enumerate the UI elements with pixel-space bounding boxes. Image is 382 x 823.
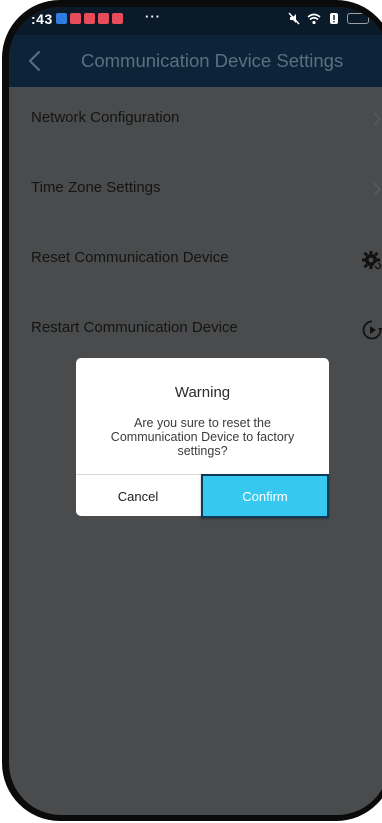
- chevron-right-icon: [373, 112, 382, 126]
- page-title: Communication Device Settings: [81, 50, 344, 71]
- back-button[interactable]: [19, 43, 55, 79]
- dialog-message: Are you sure to reset the Communication …: [110, 416, 295, 458]
- screen: :43 ··· Communication Device Settings Ne…: [9, 7, 382, 815]
- settings-item-label: Network Configuration: [31, 109, 180, 126]
- notification-icons: [56, 13, 123, 24]
- restart-communication-device-item[interactable]: Restart Communication Device: [9, 297, 382, 363]
- wifi-icon: [307, 13, 321, 25]
- cancel-button[interactable]: Cancel: [76, 475, 200, 517]
- signal-alert-icon: [330, 13, 338, 24]
- dialog-title: Warning: [174, 384, 231, 401]
- settings-item-label: Reset Communication Device: [31, 249, 229, 266]
- battery-icon: [347, 13, 369, 24]
- restart-icon: [362, 320, 382, 340]
- app-header: Communication Device Settings: [9, 35, 382, 87]
- status-more-indicator: ···: [145, 9, 161, 24]
- dialog-actions: Cancel Confirm: [76, 474, 329, 518]
- status-bar: :43 ···: [9, 7, 382, 35]
- chevron-right-icon: [373, 182, 382, 196]
- gear-reset-icon: [362, 251, 382, 270]
- warning-dialog: Warning Are you sure to reset the Commun…: [76, 358, 329, 518]
- phone-frame: :43 ··· Communication Device Settings Ne…: [2, 0, 382, 821]
- app-notification-icon: [112, 13, 123, 24]
- settings-item-label: Restart Communication Device: [31, 319, 238, 336]
- app-notification-icon: [56, 13, 67, 24]
- reset-communication-device-item[interactable]: Reset Communication Device: [9, 227, 382, 293]
- confirm-button[interactable]: Confirm: [201, 474, 329, 518]
- system-icons: [287, 12, 369, 25]
- settings-item-label: Time Zone Settings: [31, 179, 161, 196]
- status-time: :43: [31, 11, 53, 27]
- app-notification-icon: [70, 13, 81, 24]
- app-notification-icon: [98, 13, 109, 24]
- time-zone-settings-item[interactable]: Time Zone Settings: [9, 157, 382, 223]
- mute-icon: [288, 12, 300, 25]
- app-notification-icon: [84, 13, 95, 24]
- network-configuration-item[interactable]: Network Configuration: [9, 87, 382, 153]
